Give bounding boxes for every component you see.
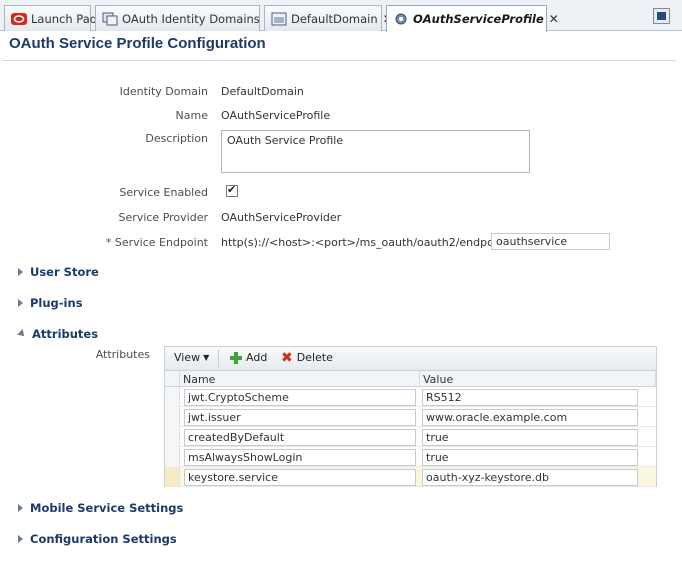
- row-header[interactable]: [165, 407, 180, 427]
- attribute-value-input[interactable]: www.oracle.example.com: [422, 409, 638, 426]
- section-label: Attributes: [32, 327, 99, 341]
- column-header-name[interactable]: Name: [180, 371, 420, 387]
- tab-label: OAuth Identity Domains: [122, 11, 260, 26]
- tab-label: OAuthServiceProfile: [413, 12, 544, 26]
- attribute-name-input[interactable]: jwt.issuer: [184, 409, 416, 426]
- toolbar-separator: [218, 350, 219, 367]
- row-header[interactable]: [165, 387, 180, 407]
- domain-icon: [271, 12, 287, 26]
- name-label: Name: [175, 109, 208, 122]
- tab-oauth-identity-domains[interactable]: OAuth Identity Domains ✕: [95, 5, 275, 31]
- section-label: User Store: [30, 265, 99, 279]
- service-endpoint-prefix: http(s)://<host>:<port>/ms_oauth/oauth2/…: [221, 236, 518, 249]
- section-label: Plug-ins: [30, 296, 83, 310]
- description-textarea[interactable]: OAuth Service Profile: [221, 130, 530, 173]
- tab-label: Launch Pad: [31, 11, 98, 26]
- attribute-value-input[interactable]: oauth-xyz-keystore.db: [422, 469, 638, 486]
- table-row[interactable]: jwt.CryptoScheme RS512: [165, 387, 656, 407]
- attribute-value-input[interactable]: true: [422, 429, 638, 446]
- tab-oauth-service-profile[interactable]: OAuthServiceProfile ✕: [386, 5, 559, 32]
- section-mobile-service-settings[interactable]: Mobile Service Settings: [18, 501, 183, 515]
- table-row[interactable]: createdByDefault true: [165, 427, 656, 447]
- chevron-down-icon: ▼: [203, 353, 210, 362]
- service-provider-value: OAuthServiceProvider: [221, 211, 342, 224]
- table-row[interactable]: jwt.issuer www.oracle.example.com: [165, 407, 656, 427]
- tab-strip: Launch Pad OAuth Identity Domains ✕ Defa…: [0, 0, 682, 32]
- row-header[interactable]: [165, 427, 180, 447]
- description-label: Description: [145, 132, 208, 145]
- section-user-store[interactable]: User Store: [18, 265, 99, 279]
- expand-icon: [18, 504, 23, 512]
- attributes-label: Attributes: [95, 348, 150, 361]
- tab-label: DefaultDomain: [291, 11, 378, 26]
- profile-gear-icon: [393, 12, 409, 26]
- section-attributes[interactable]: Attributes: [17, 327, 99, 341]
- identity-domain-label: Identity Domain: [119, 85, 208, 98]
- page-title: OAuth Service Profile Configuration: [9, 35, 266, 52]
- identity-domain-value: DefaultDomain: [221, 85, 304, 98]
- expand-icon: [18, 268, 23, 276]
- add-label: Add: [246, 351, 268, 364]
- attribute-name-input[interactable]: keystore.service: [184, 469, 416, 486]
- table-row-selected[interactable]: keystore.service oauth-xyz-keystore.db: [165, 467, 656, 487]
- delete-label: Delete: [296, 351, 333, 364]
- section-plugins[interactable]: Plug-ins: [18, 296, 83, 310]
- service-endpoint-input[interactable]: oauthservice: [491, 233, 610, 250]
- service-enabled-checkbox[interactable]: [226, 183, 238, 197]
- tab-launch-pad[interactable]: Launch Pad: [4, 5, 97, 31]
- section-label: Mobile Service Settings: [30, 501, 184, 515]
- attribute-value-input[interactable]: true: [422, 449, 638, 466]
- row-header[interactable]: [165, 467, 180, 487]
- name-value: OAuthServiceProfile: [221, 109, 331, 122]
- collapse-icon: [17, 329, 27, 339]
- tab-default-domain[interactable]: DefaultDomain ✕: [264, 5, 393, 31]
- expand-icon: [18, 535, 23, 543]
- section-label: Configuration Settings: [30, 532, 177, 546]
- add-button[interactable]: Add: [230, 351, 267, 364]
- service-endpoint-label: * Service Endpoint: [105, 236, 208, 249]
- row-header[interactable]: [165, 447, 180, 467]
- attributes-table: View ▼ Add ✖ Delete Name Value jwt.Crypt…: [164, 346, 657, 487]
- close-icon[interactable]: ✕: [549, 12, 559, 26]
- delete-button[interactable]: ✖ Delete: [281, 349, 333, 366]
- view-label: View: [174, 351, 201, 364]
- title-divider: [2, 60, 676, 61]
- add-icon: [230, 351, 242, 364]
- delete-icon: ✖: [281, 349, 293, 366]
- oracle-logo-icon: [11, 12, 27, 26]
- attribute-name-input[interactable]: createdByDefault: [184, 429, 416, 446]
- row-header-column: [165, 371, 180, 387]
- expand-icon: [18, 299, 23, 307]
- section-configuration-settings[interactable]: Configuration Settings: [18, 532, 177, 546]
- table-toolbar: View ▼ Add ✖ Delete: [165, 347, 656, 371]
- attribute-value-input[interactable]: RS512: [422, 389, 638, 406]
- domains-icon: [102, 12, 118, 26]
- service-provider-label: Service Provider: [118, 211, 208, 224]
- view-menu-button[interactable]: View ▼: [174, 351, 209, 364]
- table-row[interactable]: msAlwaysShowLogin true: [165, 447, 656, 467]
- tab-list-menu-icon[interactable]: [653, 8, 670, 24]
- column-header-value[interactable]: Value: [420, 371, 656, 387]
- service-enabled-label: Service Enabled: [119, 186, 208, 199]
- attribute-name-input[interactable]: jwt.CryptoScheme: [184, 389, 416, 406]
- attribute-name-input[interactable]: msAlwaysShowLogin: [184, 449, 416, 466]
